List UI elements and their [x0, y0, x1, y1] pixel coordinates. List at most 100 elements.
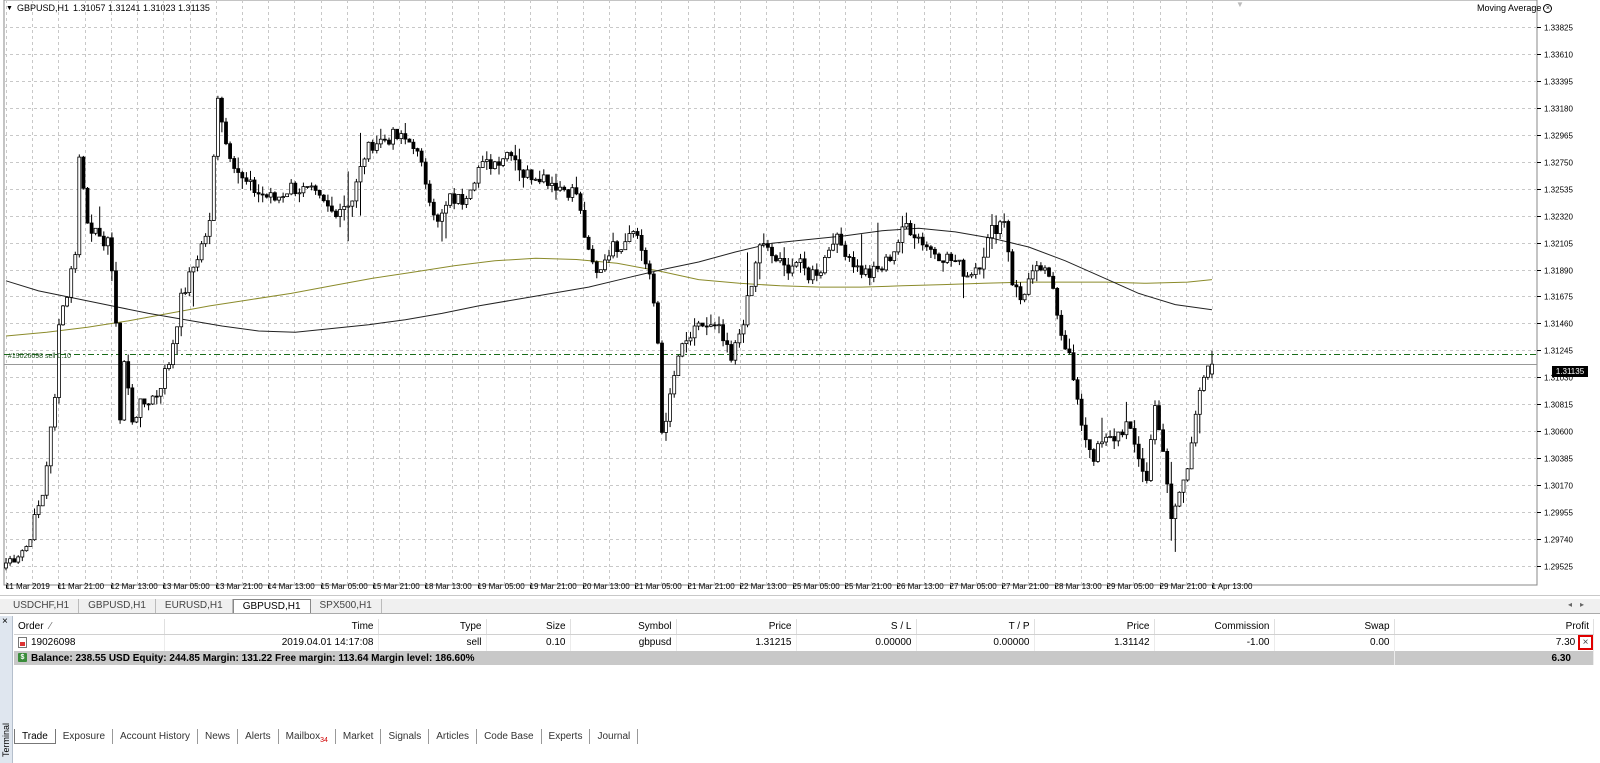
- column-header-commission[interactable]: Commission: [1154, 619, 1275, 635]
- close-order-button[interactable]: ×: [1578, 635, 1593, 651]
- candle-body: [884, 256, 888, 271]
- tab-account-history[interactable]: Account History: [113, 729, 199, 744]
- candle: [562, 185, 567, 192]
- candle-body: [953, 260, 958, 263]
- candle: [419, 148, 424, 167]
- candle: [713, 321, 717, 330]
- candle: [986, 234, 990, 258]
- candle: [831, 233, 835, 252]
- tab-scroll-arrows-icon[interactable]: ◂▸: [1568, 600, 1592, 609]
- candle: [134, 416, 139, 424]
- symbol-tab[interactable]: SPX500,H1: [311, 599, 382, 613]
- candle-body: [823, 256, 827, 274]
- candle: [554, 173, 558, 200]
- candle-body: [537, 178, 542, 183]
- column-header-tp[interactable]: T / P: [916, 619, 1035, 635]
- candle-body: [586, 236, 591, 250]
- candle-body: [574, 187, 579, 195]
- candle-body: [806, 267, 811, 281]
- time-axis-label: 29 Mar 05:00: [1107, 582, 1155, 591]
- candle-body: [1177, 491, 1182, 507]
- candle-body: [73, 254, 78, 270]
- dropdown-triangle-icon[interactable]: ▼: [6, 5, 13, 12]
- tab-journal[interactable]: Journal: [590, 729, 639, 744]
- chart-shift-marker-icon[interactable]: ▼: [1236, 0, 1244, 9]
- candle-body: [187, 271, 192, 293]
- symbol-tab[interactable]: GBPUSD,H1: [232, 599, 311, 613]
- time-axis-label: 28 Mar 13:00: [1055, 582, 1103, 591]
- tab-experts[interactable]: Experts: [542, 729, 591, 744]
- candle-body: [1002, 221, 1007, 223]
- price-axis-label: 1.31890: [1544, 267, 1573, 276]
- price-axis-label: 1.33180: [1544, 105, 1573, 114]
- terminal-panel: × Terminal Order ⁄ Time Type Size Symbol …: [0, 616, 1600, 763]
- candle-body: [1087, 439, 1092, 451]
- column-header-time[interactable]: Time: [164, 619, 379, 635]
- candle-body: [843, 244, 848, 257]
- candle-body: [203, 235, 208, 245]
- candle: [839, 227, 844, 246]
- candle-body: [647, 263, 652, 275]
- tab-trade[interactable]: Trade: [14, 729, 56, 744]
- candle: [36, 500, 41, 519]
- candle: [501, 158, 506, 168]
- candle-body: [916, 236, 921, 239]
- symbol-tab[interactable]: USDCHF,H1: [4, 599, 80, 613]
- candle-body: [97, 227, 102, 237]
- candle-body: [660, 342, 664, 433]
- price-axis-label: 1.30170: [1544, 482, 1573, 491]
- tab-alerts[interactable]: Alerts: [238, 729, 279, 744]
- tab-articles[interactable]: Articles: [429, 729, 478, 744]
- symbol-tab[interactable]: GBPUSD,H1: [79, 599, 156, 613]
- candle: [89, 214, 94, 242]
- column-header-price[interactable]: Price: [676, 619, 797, 635]
- tab-market[interactable]: Market: [336, 729, 382, 744]
- candle: [374, 135, 379, 154]
- candle-body: [937, 253, 941, 262]
- tab-signals[interactable]: Signals: [381, 729, 430, 744]
- candle-body: [680, 343, 685, 357]
- column-header-symbol[interactable]: Symbol: [570, 619, 677, 635]
- candle: [24, 545, 29, 552]
- price-axis-label: 1.29955: [1544, 509, 1573, 518]
- tab-exposure[interactable]: Exposure: [56, 729, 114, 744]
- chart-window[interactable]: 1.33825 1.33610 1.33395 1.33180 1.32965 1.327…: [0, 0, 1600, 596]
- price-cell: 1.31215: [676, 634, 797, 651]
- candle: [395, 128, 400, 141]
- tab-code-base[interactable]: Code Base: [477, 729, 542, 744]
- column-header-type[interactable]: Type: [378, 619, 487, 635]
- candle-body: [1026, 278, 1031, 295]
- candle-body: [44, 465, 49, 496]
- time-axis-label: 1 Apr 13:00: [1212, 582, 1253, 591]
- candle: [1206, 365, 1210, 380]
- candle-body: [403, 133, 408, 140]
- column-header-sl[interactable]: S / L: [796, 619, 917, 635]
- column-header-swap[interactable]: Swap: [1274, 619, 1395, 635]
- close-circle-icon[interactable]: ×: [1543, 3, 1553, 13]
- time-axis-label: 20 Mar 13:00: [583, 582, 631, 591]
- tab-mailbox[interactable]: Mailbox34: [279, 729, 336, 744]
- symbol-tab[interactable]: EURUSD,H1: [156, 599, 233, 613]
- candle: [277, 196, 281, 204]
- close-icon[interactable]: ×: [2, 616, 8, 627]
- candle-body: [1043, 267, 1047, 271]
- candle: [594, 260, 599, 279]
- column-header-current-price[interactable]: Price: [1034, 619, 1155, 635]
- candle: [533, 177, 538, 181]
- candle: [790, 258, 795, 277]
- candle: [566, 189, 571, 201]
- candle-body: [709, 324, 713, 327]
- tab-news[interactable]: News: [198, 729, 239, 744]
- price-axis-label: 1.32320: [1544, 213, 1573, 222]
- indicator-label[interactable]: Moving Average ×: [1477, 3, 1553, 13]
- candle-body: [366, 141, 371, 160]
- candle: [167, 362, 171, 371]
- column-header-size[interactable]: Size: [486, 619, 571, 635]
- price-chart[interactable]: 1.33825 1.33610 1.33395 1.33180 1.32965 1.327…: [0, 0, 1600, 596]
- column-header-order[interactable]: Order ⁄: [14, 619, 165, 635]
- candle-body: [289, 182, 294, 195]
- candle-body: [981, 256, 986, 270]
- column-header-profit[interactable]: Profit: [1394, 619, 1594, 635]
- table-row[interactable]: 19026098 2019.04.01 14:17:08 sell 0.10 g…: [14, 634, 1594, 651]
- candle-body: [770, 246, 774, 257]
